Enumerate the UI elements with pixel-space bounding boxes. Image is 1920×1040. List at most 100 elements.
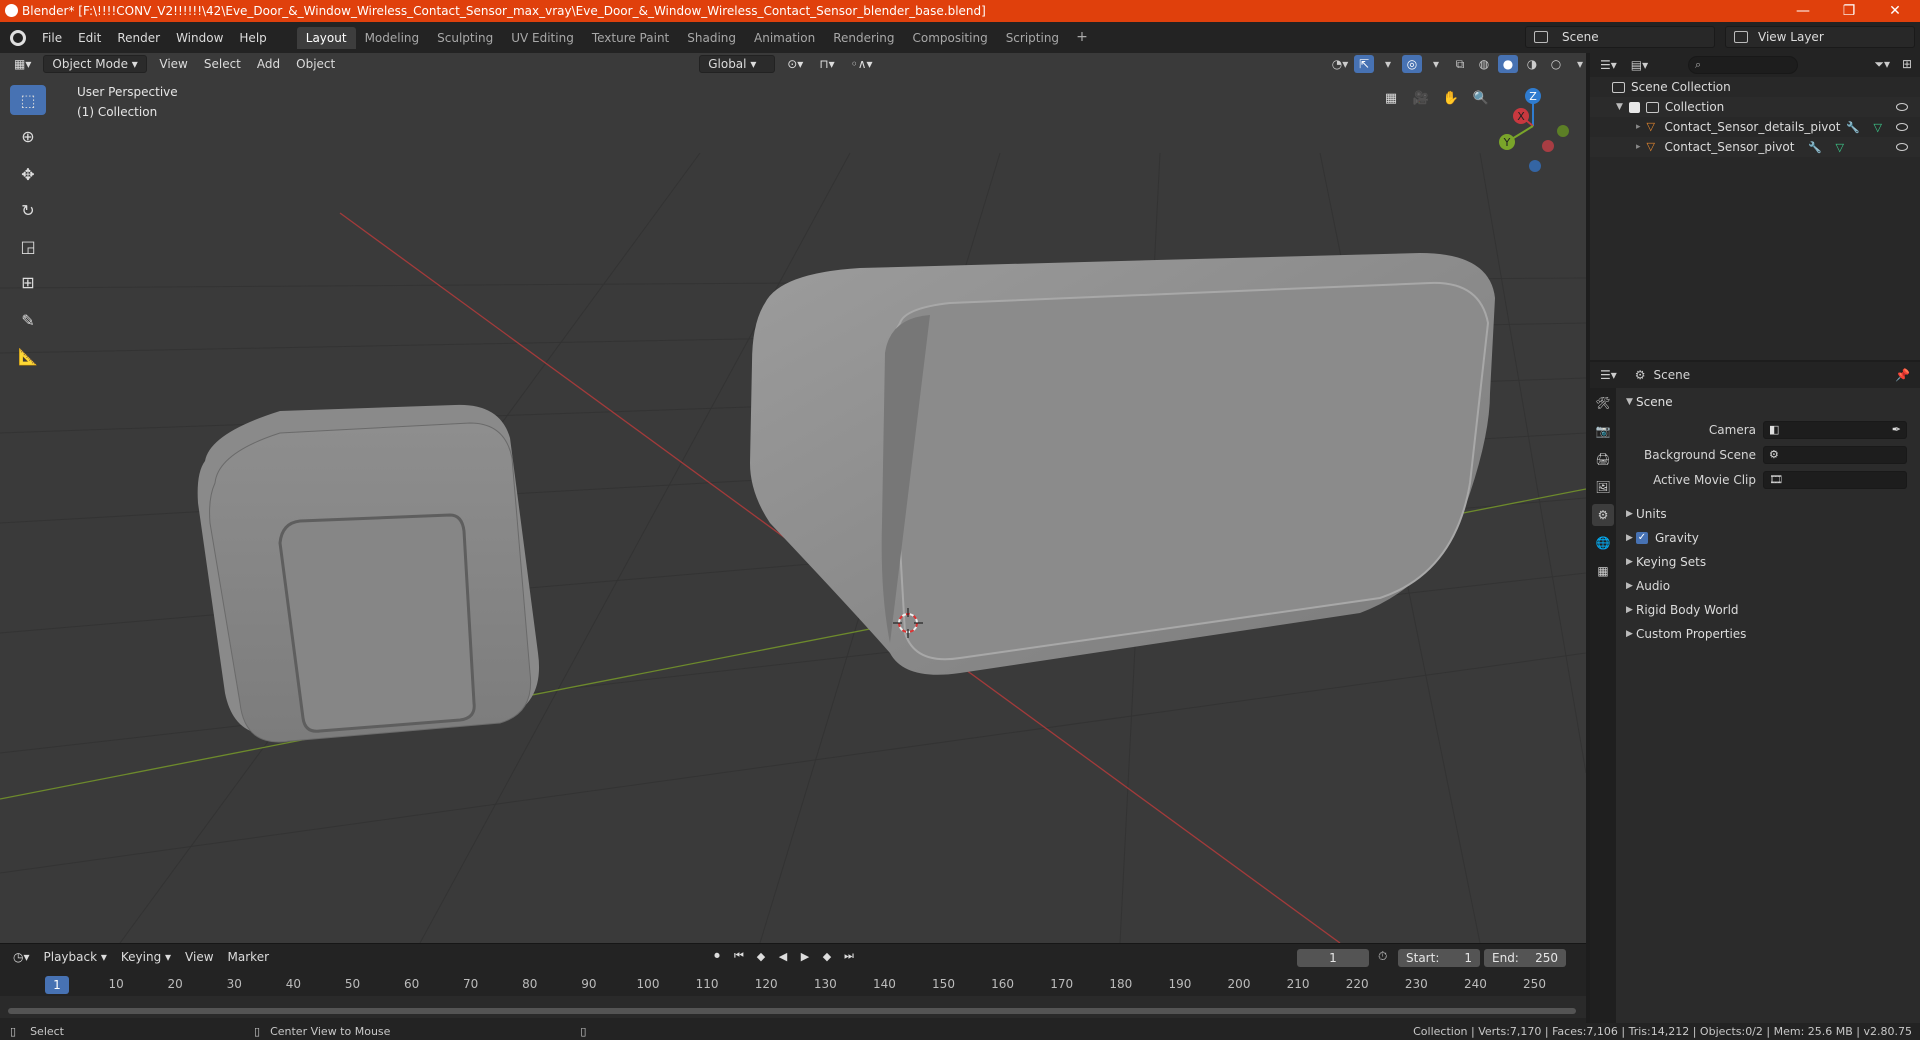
background-scene-field[interactable]: ⚙ <box>1763 446 1907 464</box>
play-icon[interactable]: ▶ <box>797 948 813 964</box>
tab-compositing[interactable]: Compositing <box>903 27 996 49</box>
current-frame-field[interactable]: 1 <box>1297 949 1369 967</box>
outliner-row-sensor-pivot[interactable]: ▸ ▽ Contact_Sensor_pivot 🔧 ▽ <box>1590 137 1920 157</box>
navigation-gizmo[interactable]: Z X Y <box>1499 88 1569 172</box>
add-workspace-icon[interactable]: + <box>1068 27 1096 49</box>
display-mode-icon[interactable]: ▤▾ <box>1631 58 1648 72</box>
tab-sculpting[interactable]: Sculpting <box>428 27 502 49</box>
world-tab-icon[interactable]: 🌐 <box>1592 532 1614 554</box>
move-icon[interactable]: ✥ <box>10 159 46 189</box>
menu-render[interactable]: Render <box>109 28 168 48</box>
minimize-button[interactable]: — <box>1780 0 1826 22</box>
measure-icon[interactable]: 📐 <box>10 341 46 371</box>
texture-tab-icon[interactable]: ▦ <box>1592 560 1614 582</box>
toggle-perspective-icon[interactable]: ▦ <box>1379 86 1403 110</box>
tab-rendering[interactable]: Rendering <box>824 27 903 49</box>
wireframe-shading-icon[interactable]: ◍ <box>1474 55 1494 73</box>
modifier-icon[interactable]: 🔧 <box>1846 121 1860 134</box>
render-tab-icon[interactable]: 📷 <box>1592 420 1614 442</box>
contact-sensor-details-mesh[interactable] <box>197 404 540 743</box>
select-box-icon[interactable]: ⬚ <box>10 85 46 115</box>
viewport-menu-select[interactable]: Select <box>196 55 249 73</box>
timeline-menu-keying[interactable]: Keying ▾ <box>114 950 178 964</box>
mesh-data-icon[interactable]: ▽ <box>1836 141 1844 154</box>
tab-uv-editing[interactable]: UV Editing <box>502 27 583 49</box>
rendered-shading-icon[interactable]: ○ <box>1546 55 1566 73</box>
gravity-checkbox[interactable]: ✓ <box>1636 532 1648 544</box>
timeline-track[interactable] <box>0 996 1586 1018</box>
outliner-search-input[interactable]: ⌕ <box>1688 56 1798 74</box>
outliner-editor-type-icon[interactable]: ☰▾ <box>1600 58 1617 72</box>
timeline-menu-view[interactable]: View <box>178 950 220 964</box>
gizmo-neg-z-axis[interactable] <box>1529 160 1541 172</box>
view-layer-selector[interactable]: View Layer <box>1725 26 1915 48</box>
stopwatch-icon[interactable]: ⏱ <box>1378 949 1387 964</box>
menu-file[interactable]: File <box>34 28 70 48</box>
scale-icon[interactable]: ◲ <box>10 231 46 261</box>
overlay-toggle-icon[interactable]: ◎ <box>1402 55 1422 73</box>
view-layer-tab-icon[interactable]: 🖼 <box>1592 476 1614 498</box>
modifier-icon[interactable]: 🔧 <box>1808 141 1822 154</box>
annotate-icon[interactable]: ✎ <box>10 305 46 335</box>
zoom-view-icon[interactable]: 🔍 <box>1469 86 1493 110</box>
tab-animation[interactable]: Animation <box>745 27 824 49</box>
eyedropper-icon[interactable]: ✒ <box>1892 423 1901 436</box>
camera-view-icon[interactable]: 🎥 <box>1409 86 1433 110</box>
xray-icon[interactable]: ⧉ <box>1450 55 1470 73</box>
gravity-panel[interactable]: ▶ ✓ Gravity <box>1616 526 1920 550</box>
units-panel[interactable]: ▶ Units <box>1616 502 1920 526</box>
visibility-icon[interactable]: ◔▾ <box>1330 55 1350 73</box>
viewport-menu-view[interactable]: View <box>151 55 195 73</box>
jump-keyframe-forward-icon[interactable]: ◆ <box>819 948 835 964</box>
outliner-row-scene-collection[interactable]: Scene Collection <box>1590 77 1920 97</box>
menu-help[interactable]: Help <box>231 28 274 48</box>
custom-properties-panel[interactable]: ▶ Custom Properties <box>1616 622 1920 646</box>
rigid-body-world-panel[interactable]: ▶ Rigid Body World <box>1616 598 1920 622</box>
timeline-scrollbar[interactable] <box>8 1008 1576 1014</box>
jump-keyframe-back-icon[interactable]: ◆ <box>753 948 769 964</box>
editor-type-icon[interactable]: ▦▾ <box>6 55 39 73</box>
jump-start-icon[interactable]: ⏮ <box>731 948 747 964</box>
collection-visibility-eye-icon[interactable] <box>1896 103 1908 111</box>
tab-scripting[interactable]: Scripting <box>997 27 1068 49</box>
frame-ruler[interactable]: 1 10 20 30 40 50 60 70 80 90 100 110 120 130 140 150 160… <box>0 974 1586 996</box>
timeline-menu-marker[interactable]: Marker <box>221 950 276 964</box>
gizmo-toggle-icon[interactable]: ⇱ <box>1354 55 1374 73</box>
tab-shading[interactable]: Shading <box>678 27 745 49</box>
object-visibility-eye-icon[interactable] <box>1896 143 1908 151</box>
jump-end-icon[interactable]: ⏭ <box>841 948 857 964</box>
expand-collection-icon[interactable]: ▼ <box>1616 102 1623 112</box>
tab-texture-paint[interactable]: Texture Paint <box>583 27 678 49</box>
audio-panel[interactable]: ▶ Audio <box>1616 574 1920 598</box>
mesh-data-icon[interactable]: ▽ <box>1874 121 1882 134</box>
timeline-menu-playback[interactable]: Playback ▾ <box>37 950 114 964</box>
tab-layout[interactable]: Layout <box>296 26 356 49</box>
gizmo-neg-x-axis[interactable] <box>1542 140 1554 152</box>
pan-view-icon[interactable]: ✋ <box>1439 86 1463 110</box>
solid-shading-icon[interactable]: ● <box>1498 55 1518 73</box>
restore-button[interactable]: ❐ <box>1826 0 1872 22</box>
object-visibility-eye-icon[interactable] <box>1896 123 1908 131</box>
end-frame-field[interactable]: End: 250 <box>1484 949 1566 967</box>
play-reverse-icon[interactable]: ◀ <box>775 948 791 964</box>
transform-orientation-dropdown[interactable]: Global ▾ <box>699 55 776 73</box>
overlay-dropdown-icon[interactable]: ▾ <box>1426 55 1446 73</box>
contact-sensor-mesh[interactable] <box>750 253 1495 675</box>
tool-settings-tab-icon[interactable]: 🛠 <box>1592 392 1614 414</box>
scene-tab-icon[interactable]: ⚙ <box>1592 504 1614 526</box>
timeline-editor-type-icon[interactable]: ◷▾ <box>6 950 37 964</box>
close-button[interactable]: ✕ <box>1872 0 1918 22</box>
snap-icon[interactable]: ⊓▾ <box>811 55 842 73</box>
cursor-icon[interactable]: ⊕ <box>10 121 46 151</box>
expand-object-icon[interactable]: ▸ <box>1636 122 1641 132</box>
gizmo-neg-y-axis[interactable] <box>1557 125 1569 137</box>
tab-modeling[interactable]: Modeling <box>356 27 429 49</box>
start-frame-field[interactable]: Start: 1 <box>1398 949 1480 967</box>
output-tab-icon[interactable]: 🖨 <box>1592 448 1614 470</box>
menu-edit[interactable]: Edit <box>70 28 109 48</box>
active-movie-clip-field[interactable]: 🎞 <box>1763 471 1907 489</box>
keying-sets-panel[interactable]: ▶ Keying Sets <box>1616 550 1920 574</box>
gizmo-dropdown-icon[interactable]: ▾ <box>1378 55 1398 73</box>
scene-panel-header[interactable]: ▼ Scene <box>1616 390 1920 414</box>
properties-editor-type-icon[interactable]: ☰▾ <box>1600 368 1617 382</box>
